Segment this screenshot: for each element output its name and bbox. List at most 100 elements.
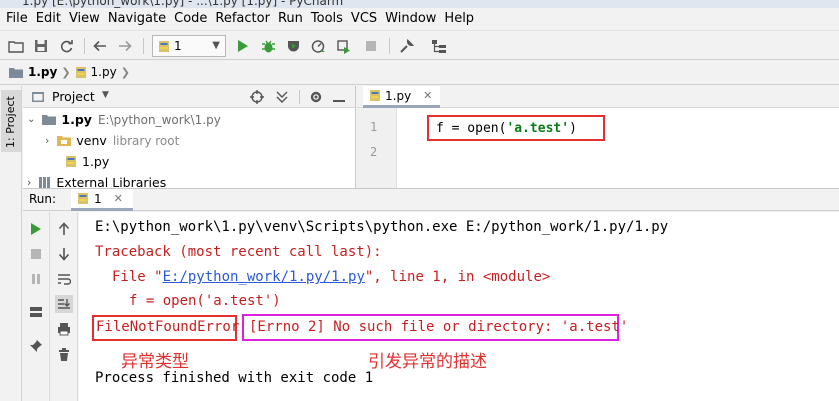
editor-tab-bar: 1.py ✕ [357, 86, 839, 108]
editor-tab-1py[interactable]: 1.py ✕ [363, 86, 441, 108]
line-number: 2 [370, 145, 378, 159]
code-line-highlight[interactable]: f = open('a.test') [427, 115, 605, 141]
menu-bar: File Edit View Navigate Code Refactor Ru… [0, 8, 839, 30]
pin-icon[interactable] [27, 337, 45, 355]
main-toolbar: 1 ▼ [0, 30, 839, 60]
concurrency-diagram-icon[interactable] [334, 37, 352, 55]
save-icon[interactable] [32, 37, 50, 55]
gear-icon[interactable] [309, 90, 323, 104]
run-icon[interactable] [234, 37, 252, 55]
chevron-down-icon[interactable]: ▼ [102, 90, 109, 100]
hide-panel-icon[interactable] [333, 91, 347, 103]
menu-refactor[interactable]: Refactor [213, 8, 276, 30]
editor-tab-label: 1.py [385, 88, 412, 103]
project-structure-icon[interactable] [430, 37, 448, 55]
tree-item-file[interactable]: 1.py [65, 151, 109, 172]
soft-wrap-icon[interactable] [55, 270, 73, 288]
open-folder-icon[interactable] [7, 37, 25, 55]
menu-code[interactable]: Code [172, 8, 213, 30]
run-with-coverage-icon[interactable] [284, 37, 302, 55]
python-file-icon [78, 193, 88, 204]
run-configuration-label: 1 [174, 39, 182, 53]
console-command: E:\python_work\1.py\venv\Scripts\python.… [95, 219, 669, 235]
tree-item-external-libraries[interactable]: › External Libraries [27, 172, 166, 188]
forward-icon[interactable] [116, 37, 134, 55]
menu-tools[interactable]: Tools [309, 8, 349, 30]
tree-item-root[interactable]: ⌄ 1.py E:\python_work\1.py [27, 109, 221, 130]
close-icon[interactable]: ✕ [423, 89, 432, 102]
console-traceback: Traceback (most recent call last): [95, 244, 382, 260]
tree-item-label: External Libraries [56, 175, 167, 188]
tree-item-label: 1.py [61, 112, 92, 127]
library-icon [39, 177, 51, 188]
profile-icon[interactable] [309, 37, 327, 55]
file-link[interactable]: E:/python_work/1.py/1.py [163, 269, 365, 285]
menu-view[interactable]: View [67, 8, 106, 30]
line-number: 1 [370, 120, 378, 134]
project-tool-tab-label: 1: Project [4, 96, 17, 148]
breadcrumb-file[interactable]: 1.py ❯ [75, 65, 130, 79]
tree-item-tag: library root [112, 133, 180, 148]
tree-item-label: 1.py [82, 154, 110, 169]
console-output[interactable]: E:\python_work\1.py\venv\Scripts\python.… [79, 212, 839, 401]
python-file-icon [75, 66, 86, 78]
menu-window[interactable]: Window [383, 8, 442, 30]
breadcrumb-label: 1.py [90, 65, 117, 79]
python-file-icon [159, 40, 169, 52]
project-panel-title: Project [52, 89, 95, 104]
debug-icon[interactable] [259, 37, 277, 55]
scroll-to-end-icon[interactable] [55, 295, 73, 313]
trash-icon[interactable] [55, 346, 73, 364]
chevron-down-icon[interactable]: ⌄ [27, 114, 35, 125]
chevron-right-icon[interactable]: › [45, 134, 49, 147]
run-tab-1[interactable]: 1 ✕ [71, 189, 133, 211]
run-configuration-select[interactable]: 1 ▼ [152, 35, 226, 57]
back-icon[interactable] [91, 37, 109, 55]
stop-icon[interactable] [362, 37, 380, 55]
arrow-down-icon[interactable] [55, 245, 73, 263]
python-file-icon [66, 156, 76, 167]
error-type: FileNotFoundError [96, 319, 240, 335]
title-bar: 1.py [E:\python_work\1.py] - ...\1.py [1… [0, 0, 839, 8]
folder-icon [42, 115, 57, 125]
menu-file[interactable]: File [4, 8, 34, 30]
wrench-icon[interactable] [397, 37, 415, 55]
arrow-up-icon[interactable] [55, 220, 73, 238]
annotation-error-description: 引发异常的描述 [368, 352, 487, 372]
folder-icon [57, 136, 72, 146]
window-title: 1.py [E:\python_work\1.py] - ...\1.py [1… [22, 0, 344, 8]
tree-item-label: venv [76, 133, 107, 148]
project-panel-header: Project ▼ [23, 86, 355, 108]
error-description: [Errno 2] No such file or directory: 'a.… [249, 319, 629, 335]
collapse-all-icon[interactable] [275, 90, 289, 104]
line-gutter: 1 2 [357, 108, 397, 188]
stop-icon[interactable] [27, 245, 45, 263]
run-panel-header: Run: 1 ✕ [23, 188, 839, 211]
breadcrumb-project[interactable]: 1.py ❯ [8, 65, 71, 79]
menu-help[interactable]: Help [442, 8, 480, 30]
tree-item-venv[interactable]: › venv library root [45, 130, 179, 151]
rerun-icon[interactable] [27, 220, 45, 238]
menu-navigate[interactable]: Navigate [106, 8, 172, 30]
locate-icon[interactable] [250, 90, 264, 104]
folder-icon [9, 67, 23, 78]
chevron-right-icon: ❯ [61, 65, 71, 79]
close-icon[interactable]: ✕ [114, 192, 123, 205]
menu-vcs[interactable]: VCS [349, 8, 383, 30]
print-icon[interactable] [55, 320, 73, 338]
console-code: f = open('a.test') [129, 293, 281, 309]
project-tool-tab[interactable]: 1: Project [1, 90, 21, 152]
breadcrumb-label: 1.py [28, 65, 58, 79]
console-finished: Process finished with exit code 1 [95, 370, 374, 386]
layout-icon[interactable] [27, 303, 45, 321]
menu-run[interactable]: Run [276, 8, 309, 30]
chevron-right-icon[interactable]: › [27, 176, 31, 188]
navigation-bar: 1.py ❯ 1.py ❯ [0, 60, 839, 85]
pause-icon[interactable] [27, 270, 45, 288]
annotation-error-type: 异常类型 [121, 352, 189, 372]
run-label: Run: [29, 192, 57, 206]
run-toolbar-primary [23, 212, 50, 401]
sync-icon[interactable] [57, 37, 75, 55]
left-tool-stripe: 1: Project [0, 86, 22, 401]
menu-edit[interactable]: Edit [34, 8, 67, 30]
